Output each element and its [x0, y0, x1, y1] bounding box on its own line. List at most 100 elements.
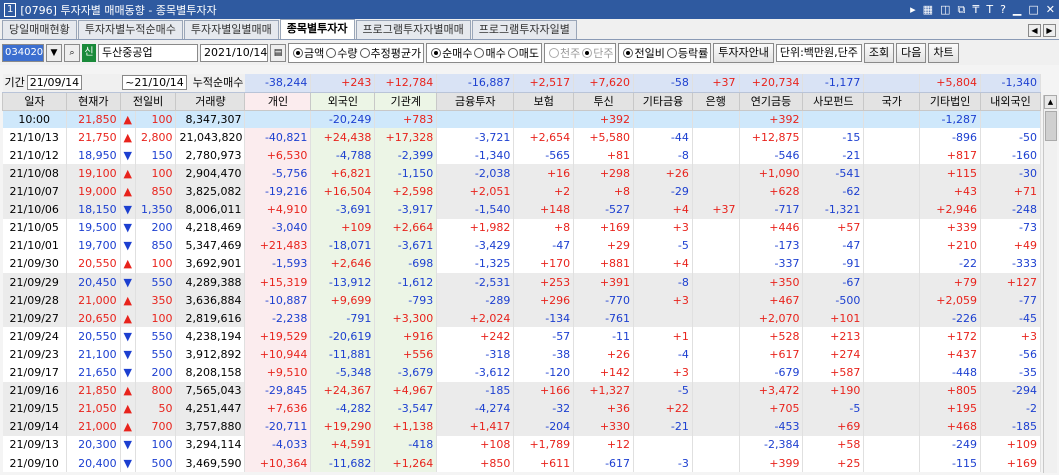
column-header[interactable]: 개인: [244, 91, 312, 111]
dropdown-icon[interactable]: ▼: [46, 43, 62, 62]
table-cell: [863, 309, 921, 328]
radio-single-shares[interactable]: [582, 47, 593, 58]
column-header[interactable]: 기관계: [374, 91, 438, 111]
query-button[interactable]: 조회: [863, 42, 895, 63]
table-cell: -679: [739, 363, 804, 382]
column-header[interactable]: 기타법인: [919, 91, 982, 111]
radio-prev-day[interactable]: [623, 47, 634, 58]
table-row[interactable]: 21/10/08 19,100 ▲ 100 2,904,470 -5,756 +6,821-…: [2, 164, 1041, 183]
radio-net-buy[interactable]: [431, 47, 442, 58]
table-row[interactable]: 21/09/23 21,100 ▼ 550 3,912,892 +10,944 -11,88…: [2, 345, 1041, 364]
tab-stock-investor[interactable]: 종목별투자자: [279, 19, 355, 39]
column-header[interactable]: 내외국인: [980, 91, 1041, 111]
column-header[interactable]: 일자: [2, 91, 67, 111]
sum-cell: +243: [310, 74, 376, 93]
table-cell: -77: [980, 291, 1041, 310]
column-header[interactable]: 투신: [573, 91, 635, 111]
table-row[interactable]: 21/09/15 21,050 ▲ 50 4,251,447 +7,636 -4,282 -3…: [2, 399, 1041, 418]
investor-guide-button[interactable]: 투자자안내: [713, 42, 774, 63]
table-row[interactable]: 21/10/07 19,000 ▲ 850 3,825,082 -19,216 +16,50…: [2, 182, 1041, 201]
radio-quantity[interactable]: [326, 47, 337, 58]
tab-daily-trading[interactable]: 당일매매현황: [2, 20, 77, 39]
radio-amount[interactable]: [293, 47, 303, 58]
table-cell: [863, 327, 921, 346]
table-row[interactable]: 21/09/16 21,850 ▲ 800 7,565,043 -29,845 +24,36…: [2, 381, 1041, 400]
table-cell: -1,612: [374, 273, 438, 292]
column-header[interactable]: 보험: [513, 91, 575, 111]
scroll-up-icon[interactable]: ▲: [1044, 95, 1057, 109]
table-row[interactable]: 21/10/05 19,500 ▼ 200 4,218,469 -3,040 +109 +2,…: [2, 218, 1041, 237]
tab-prev-icon[interactable]: ◀: [1028, 24, 1041, 37]
table-row[interactable]: 21/09/17 21,650 ▼ 200 8,208,158 +9,510 -5,348-…: [2, 363, 1041, 382]
date-input[interactable]: 2021/10/14: [200, 43, 268, 62]
table-cell: -1,593: [244, 254, 312, 274]
window-icon[interactable]: ◫: [940, 3, 950, 16]
font-icon[interactable]: T: [986, 3, 993, 16]
table-cell: -11,682: [310, 453, 376, 473]
table-row[interactable]: 21/09/13 20,300 ▼ 100 3,294,114 -4,033 +4,591-…: [2, 435, 1041, 454]
calendar-icon[interactable]: ▤: [270, 43, 286, 62]
column-header[interactable]: 사모펀드: [802, 91, 865, 111]
tab-investor-daily[interactable]: 투자자별일별매매: [183, 20, 279, 39]
column-header[interactable]: 연기금등: [738, 91, 804, 111]
period-from-input[interactable]: 21/09/14: [26, 75, 83, 91]
stock-code-input[interactable]: 034020: [2, 43, 44, 62]
column-header[interactable]: 현재가: [65, 91, 121, 111]
chart-icon[interactable]: ▦: [923, 3, 933, 16]
column-header[interactable]: 국가: [863, 91, 921, 111]
close-icon[interactable]: ✕: [1046, 3, 1055, 16]
search-icon[interactable]: ⌕: [64, 43, 80, 62]
copy-icon[interactable]: ⧉: [957, 3, 965, 17]
tab-investor-cumulative[interactable]: 투자자별누적순매수: [77, 20, 183, 39]
table-cell: 21/09/15: [2, 399, 67, 418]
vertical-scrollbar[interactable]: ▲: [1043, 95, 1057, 473]
table-row[interactable]: 21/09/14 21,000 ▲ 700 3,757,880 -20,711 +19,29…: [2, 417, 1041, 436]
sum-cell: +5,804: [919, 74, 982, 93]
tab-program-daily[interactable]: 프로그램투자자일별: [471, 20, 577, 39]
table-cell: -21: [802, 146, 865, 165]
tab-program-investor[interactable]: 프로그램투자자별매매: [355, 20, 471, 39]
arrow-right-icon[interactable]: ▸: [910, 3, 916, 16]
sum-cell: -58: [633, 74, 693, 93]
table-cell: +19,290: [310, 417, 376, 436]
table-row[interactable]: 21/09/24 20,550 ▼ 550 4,238,194 +19,529 -20,61…: [2, 327, 1041, 346]
column-header[interactable]: 금융투자: [436, 91, 515, 111]
table-row[interactable]: 21/10/01 19,700 ▼ 850 5,347,469 +21,483 -18,07…: [2, 236, 1041, 255]
radio-sell[interactable]: [507, 47, 518, 58]
column-header[interactable]: 외국인: [310, 91, 376, 111]
column-header[interactable]: 기타금융: [633, 91, 693, 111]
scroll-thumb[interactable]: [1045, 111, 1057, 141]
minimize-icon[interactable]: ▁: [1013, 3, 1021, 16]
table-row[interactable]: 21/10/06 18,150 ▼ 1,350 8,006,011 +4,910 -3,69…: [2, 200, 1041, 219]
table-row[interactable]: 10:00 21,850 ▲ 100 8,347,307 -20,249 +783 +392 +…: [2, 110, 1041, 129]
radio-buy[interactable]: [474, 47, 485, 58]
table-row[interactable]: 21/10/12 18,950 ▼ 150 2,780,973 +6,530 -4,788-…: [2, 146, 1041, 165]
radio-avg-price[interactable]: [359, 47, 370, 58]
table-row[interactable]: 21/10/13 21,750 ▲ 2,800 21,043,820 -40,821 +24…: [2, 128, 1041, 147]
column-header[interactable]: 거래량: [175, 91, 246, 111]
next-button[interactable]: 다음: [896, 42, 927, 63]
maximize-icon[interactable]: □: [1028, 3, 1038, 16]
column-header[interactable]: 전일비: [119, 91, 177, 111]
table-row[interactable]: 21/09/10 20,400 ▼ 500 3,469,590 +10,364 -11,68…: [2, 453, 1041, 473]
table-row[interactable]: 21/09/28 21,000 ▲ 350 3,636,884 -10,887 +9,699…: [2, 291, 1041, 310]
chart-button[interactable]: 차트: [928, 42, 959, 63]
label-sell: 매도: [518, 46, 539, 60]
table-cell: +274: [802, 345, 865, 364]
pin-icon[interactable]: ₸: [972, 3, 979, 16]
table-cell: [692, 327, 740, 346]
radio-thousand-shares[interactable]: [548, 47, 559, 58]
radio-change-rate[interactable]: [666, 47, 677, 58]
table-cell: [863, 128, 921, 147]
table-row[interactable]: 21/09/30 20,550 ▲ 100 3,692,901 -1,593 +2,646-…: [2, 254, 1041, 274]
period-to-input[interactable]: ~21/10/14: [122, 75, 187, 91]
column-header[interactable]: 은행: [691, 91, 740, 111]
table-row[interactable]: 21/09/29 20,450 ▼ 550 4,289,388 +15,319 -13,91…: [2, 273, 1041, 292]
tab-next-icon[interactable]: ▶: [1043, 24, 1056, 37]
sum-cell: -16,887: [436, 74, 515, 93]
table-cell: 800: [135, 381, 177, 400]
table-row[interactable]: 21/09/27 20,650 ▲ 100 2,819,616 -2,238 -791 +3,…: [2, 309, 1041, 328]
unit-label: 단위:백만원,단주: [775, 43, 862, 62]
table-cell: [863, 236, 921, 255]
help-icon[interactable]: ?: [1000, 3, 1006, 16]
